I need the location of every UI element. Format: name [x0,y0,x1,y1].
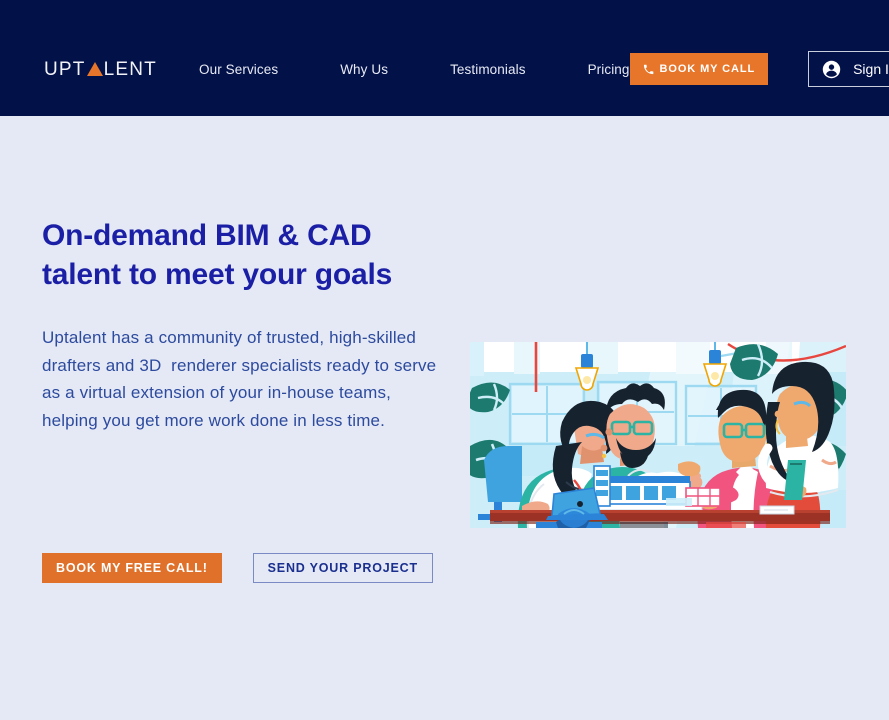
book-my-call-button[interactable]: BOOK MY CALL [629,53,769,85]
nav-item-pricing[interactable]: Pricing [588,56,630,83]
nav-item-why-us[interactable]: Why Us [340,56,388,83]
logo-text-part1: UPT [44,58,86,80]
triangle-icon [86,61,103,76]
sign-in-button[interactable]: Sign In [808,51,889,87]
hero-paragraph: Uptalent has a community of trusted, hig… [42,328,442,430]
nav-item-testimonials[interactable]: Testimonials [450,56,525,83]
hero-section: On-demand BIM & CAD talent to meet your … [0,116,889,720]
logo-text-part2: LENT [103,58,157,80]
hero-cta-group: BOOK MY FREE CALL! SEND YOUR PROJECT [42,553,433,583]
site-header: UPT LENT Our Services Why Us Testimonial… [0,0,889,116]
hero-copy-block: On-demand BIM & CAD talent to meet your … [42,216,442,434]
header-actions: BOOK MY CALL Sign In [629,51,889,87]
primary-navigation: Our Services Why Us Testimonials Pricing [199,56,630,83]
hero-illustration [470,342,846,528]
user-avatar-icon [822,60,841,78]
phone-icon [643,64,653,74]
brand-logo[interactable]: UPT LENT [44,60,157,79]
send-your-project-button[interactable]: SEND YOUR PROJECT [252,553,433,583]
hero-title: On-demand BIM & CAD talent to meet your … [42,219,393,291]
book-my-call-label: BOOK MY CALL [659,63,756,75]
nav-item-our-services[interactable]: Our Services [199,56,278,83]
book-my-free-call-button[interactable]: BOOK MY FREE CALL! [42,553,222,583]
sign-in-label: Sign In [853,61,889,77]
